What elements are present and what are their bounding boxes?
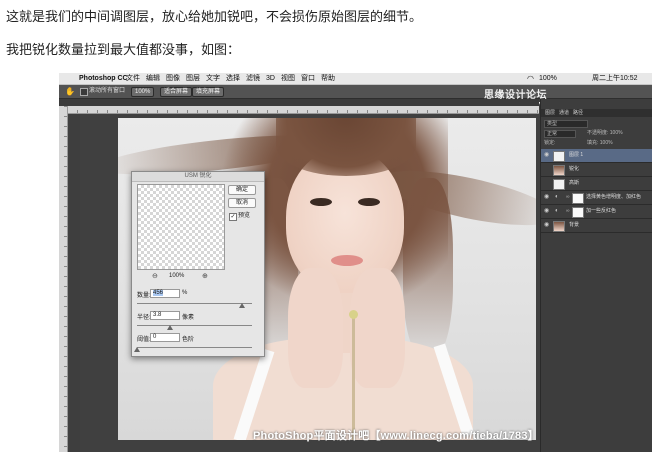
tab-paths[interactable]: 路径 — [573, 109, 583, 117]
hand-tool-icon[interactable]: ✋ — [65, 85, 75, 98]
tab-layers[interactable]: 图层 — [545, 109, 555, 117]
layer-row[interactable]: ◉ 背景 — [541, 219, 652, 233]
layer-name: 加一些反红色 — [586, 208, 617, 214]
fill-control[interactable]: 填充: 100% — [587, 140, 613, 147]
opacity-control[interactable]: 不透明度: 100% — [587, 130, 623, 137]
mac-menu-bar: Photoshop CC 文件 编辑 图像 图层 文字 选择 滤镜 3D 视图 … — [59, 73, 652, 85]
cancel-button[interactable]: 取消 — [228, 198, 256, 208]
layer-mask-thumbnail — [572, 207, 584, 218]
flower-stem — [352, 313, 355, 440]
layer-row[interactable]: 高斯 — [541, 177, 652, 191]
flower-bud — [349, 310, 358, 319]
preview-label: 预览 — [238, 213, 251, 219]
menu-edit[interactable]: 编辑 — [146, 73, 160, 84]
menu-filter[interactable]: 滤镜 — [246, 73, 260, 84]
visibility-eye-icon[interactable]: ◉ — [544, 222, 549, 229]
menu-window[interactable]: 窗口 — [301, 73, 315, 84]
lock-controls[interactable]: 锁定: — [544, 140, 555, 147]
wifi-icon[interactable]: ◠ — [527, 73, 534, 84]
scroll-all-label: 滚动所有窗口 — [89, 88, 126, 94]
radius-label: 半径: — [137, 315, 151, 321]
amount-slider-track[interactable] — [137, 303, 252, 304]
radius-unit: 像素 — [182, 315, 195, 321]
visibility-eye-icon[interactable]: ◉ — [544, 152, 549, 159]
layer-thumbnail — [553, 151, 565, 162]
zoom-in-icon[interactable]: ⊕ — [202, 272, 208, 280]
menu-help[interactable]: 帮助 — [321, 73, 335, 84]
menu-select[interactable]: 选择 — [226, 73, 240, 84]
adjustment-layer-icon: ◐ — [555, 194, 559, 200]
visibility-eye-icon[interactable]: ◉ — [544, 194, 549, 201]
threshold-unit: 色阶 — [182, 337, 195, 343]
amount-input[interactable]: 456 — [150, 289, 180, 298]
threshold-label: 阈值: — [137, 337, 151, 343]
scroll-all-checkbox[interactable] — [80, 88, 88, 96]
layer-row[interactable]: ◉ ◐ ∞ 选择黄色增明度、加红色 — [541, 191, 652, 205]
menu-type[interactable]: 文字 — [206, 73, 220, 84]
portrait-hand-left — [288, 268, 343, 388]
article-paragraph-1: 这就是我们的中间调图层，放心给她加锐吧，不会损伤原始图层的细节。 — [6, 9, 423, 24]
menu-file[interactable]: 文件 — [126, 73, 140, 84]
tab-channels[interactable]: 通道 — [559, 109, 569, 117]
blend-mode-select[interactable]: 正常 — [544, 130, 576, 138]
preview-checkbox[interactable]: ✓ — [229, 213, 237, 221]
fill-screen-button[interactable]: 填充屏幕 — [192, 87, 225, 97]
battery-percent: 100% — [539, 75, 557, 82]
portrait-hand-right — [350, 268, 405, 388]
layer-mask-thumbnail — [572, 193, 584, 204]
layer-name: 背景 — [569, 222, 580, 228]
menu-view[interactable]: 视图 — [281, 73, 295, 84]
radius-slider-knob[interactable] — [166, 325, 173, 330]
layer-row[interactable]: ◉ ◐ ∞ 加一些反红色 — [541, 205, 652, 219]
panel-tabs: 图层 通道 路径 — [541, 109, 652, 117]
layer-filter-select[interactable]: 类型 — [544, 120, 588, 128]
amount-unit: % — [182, 290, 188, 296]
photoshop-screenshot: Photoshop CC 文件 编辑 图像 图层 文字 选择 滤镜 3D 视图 … — [59, 73, 652, 452]
preview-zoom-level: 100% — [169, 273, 185, 279]
layer-row[interactable]: 锐化 — [541, 163, 652, 177]
article-paragraph-2: 我把锐化数量拉到最大值都没事，如图： — [6, 42, 241, 57]
adjustment-layer-icon: ◐ — [555, 208, 559, 214]
app-name-menu[interactable]: Photoshop CC — [79, 73, 128, 84]
radius-input[interactable]: 3.8 — [150, 311, 180, 320]
filter-preview-window[interactable] — [137, 184, 225, 270]
clock: 周二上午10:52 — [592, 75, 638, 82]
dialog-title[interactable]: USM 锐化 — [132, 172, 264, 182]
amount-slider-knob[interactable] — [238, 303, 245, 308]
layer-name: 锐化 — [569, 166, 580, 172]
layer-name: 图层 1 — [569, 152, 584, 158]
layer-name: 高斯 — [569, 180, 580, 186]
layer-name: 选择黄色增明度、加红色 — [586, 194, 642, 200]
zoom-100-button[interactable]: 100% — [131, 87, 155, 97]
vertical-ruler — [59, 106, 68, 452]
radius-slider-track[interactable] — [137, 325, 252, 326]
visibility-eye-icon[interactable]: ◉ — [544, 208, 549, 215]
threshold-slider-track[interactable] — [137, 347, 252, 348]
link-icon: ∞ — [566, 208, 570, 214]
horizontal-ruler — [67, 106, 539, 114]
fit-screen-button[interactable]: 适合屏幕 — [160, 87, 193, 97]
menu-image[interactable]: 图像 — [166, 73, 180, 84]
ok-button[interactable]: 确定 — [228, 185, 256, 195]
menu-layer[interactable]: 图层 — [186, 73, 200, 84]
usm-sharpen-dialog: USM 锐化 确定 取消 ✓ 预览 ⊖ 100% ⊕ 数量: 456 % 半径:… — [131, 171, 265, 357]
layer-thumbnail — [553, 179, 565, 190]
zoom-out-icon[interactable]: ⊖ — [152, 272, 158, 280]
link-icon: ∞ — [566, 194, 570, 200]
threshold-input[interactable]: 0 — [150, 333, 180, 342]
layer-row[interactable]: ◉ 图层 1 — [541, 149, 652, 163]
layer-thumbnail — [553, 165, 565, 176]
layers-panel: 图层 通道 路径 类型 正常 不透明度: 100% 锁定: 填充: 100% ◉… — [540, 99, 652, 452]
tieba-watermark: PhotoShop平面设计吧【www.linecg.com/tieba/1783… — [253, 430, 539, 442]
layer-thumbnail — [553, 221, 565, 232]
document-tab-bar — [59, 99, 539, 106]
amount-label: 数量: — [137, 293, 151, 299]
threshold-slider-knob[interactable] — [134, 347, 140, 352]
menu-3d[interactable]: 3D — [266, 73, 275, 84]
tools-panel[interactable] — [68, 114, 80, 452]
